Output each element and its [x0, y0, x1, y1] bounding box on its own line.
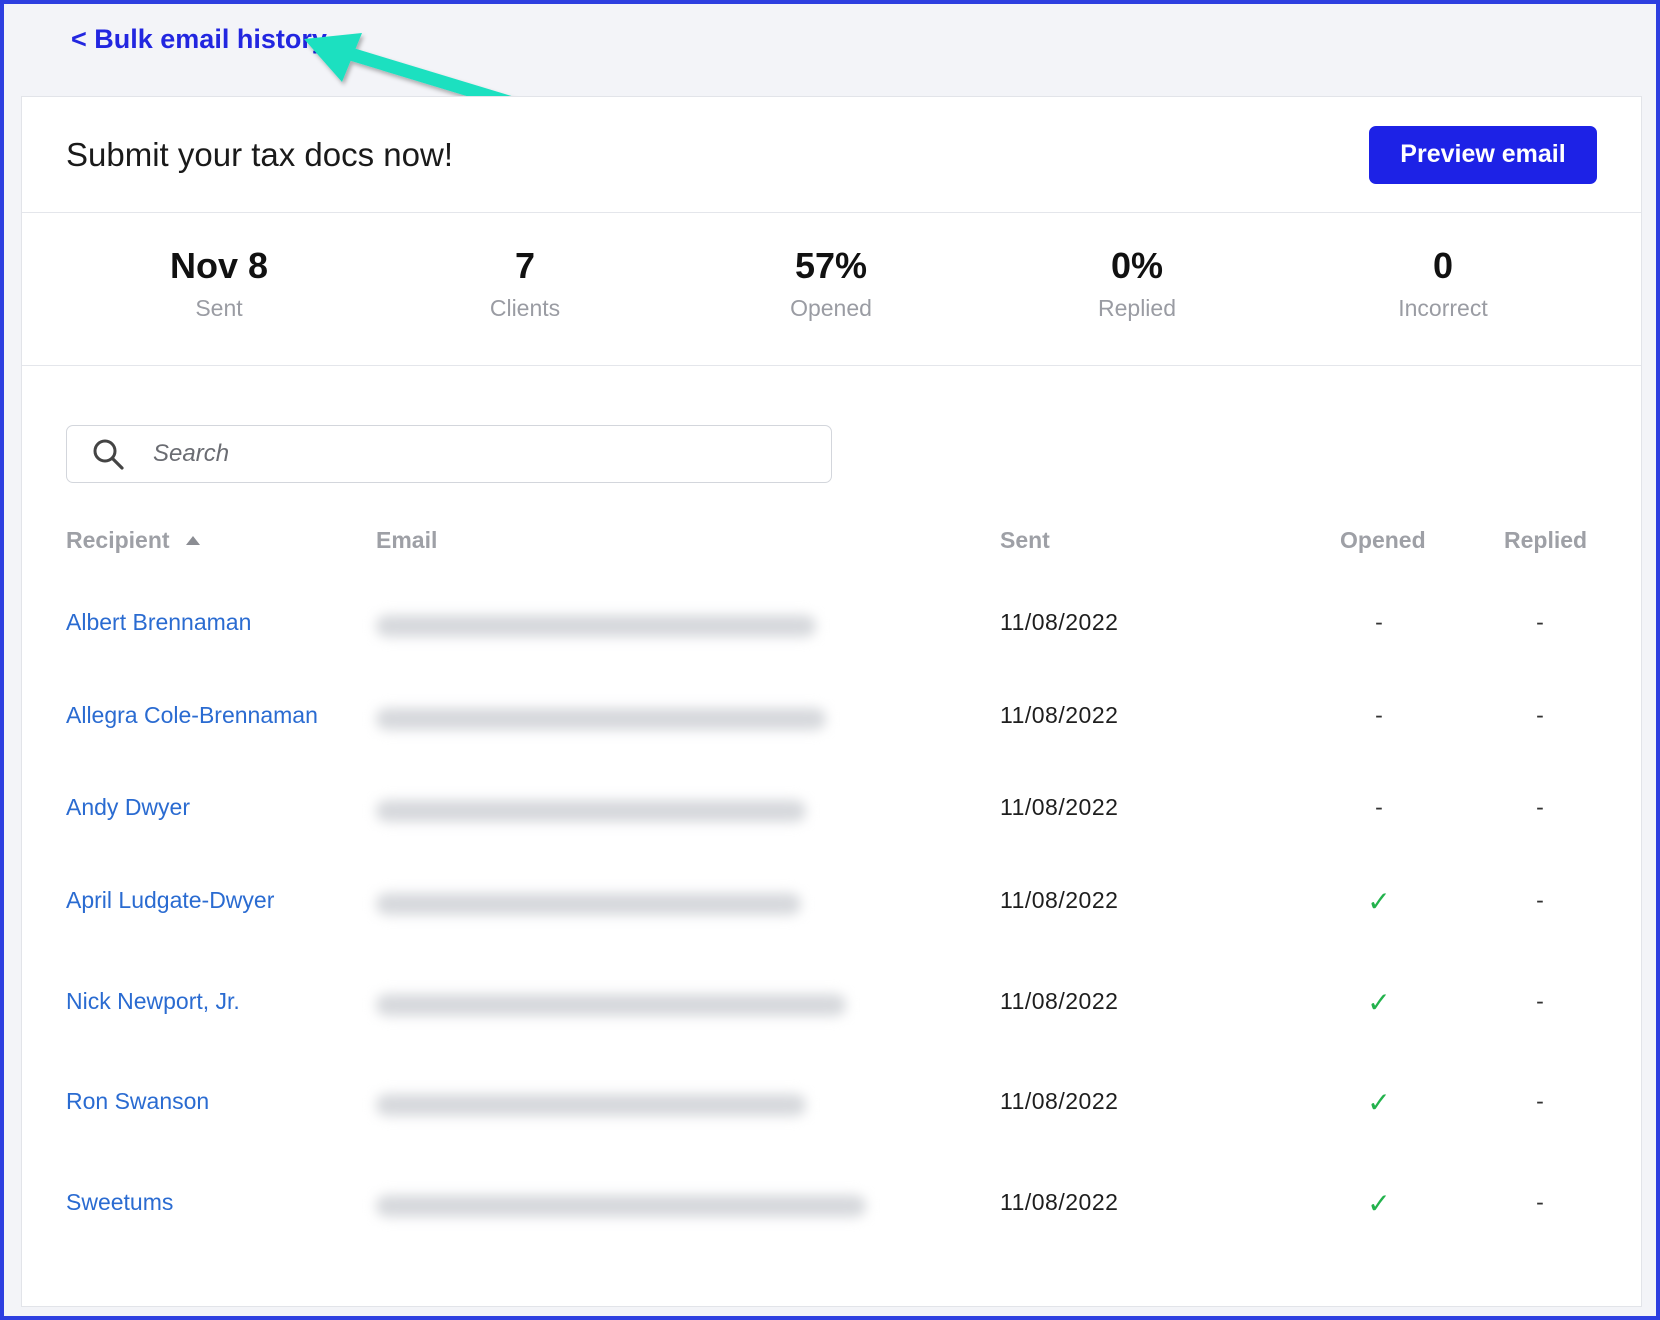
column-header-label: Recipient [66, 527, 170, 553]
recipient-name-link[interactable]: Albert Brennaman [66, 609, 251, 636]
sent-date: 11/08/2022 [1000, 887, 1119, 913]
stat-opened: 57% Opened [678, 213, 984, 365]
replied-status: - [1536, 794, 1544, 820]
sent-date: 11/08/2022 [1000, 609, 1119, 635]
stat-clients: 7 Clients [372, 213, 678, 365]
card-header: Submit your tax docs now! Preview email [22, 97, 1641, 213]
recipient-name-link[interactable]: Andy Dwyer [66, 794, 190, 821]
sent-date: 11/08/2022 [1000, 794, 1119, 820]
stat-replied: 0% Replied [984, 213, 1290, 365]
stat-value: 0% [1110, 245, 1164, 286]
table-row: Allegra Cole-Brennaman 11/08/2022 - - [66, 702, 1606, 742]
sent-date: 11/08/2022 [1000, 988, 1119, 1014]
recipient-name-link[interactable]: Allegra Cole-Brennaman [66, 702, 318, 729]
column-header-replied[interactable]: Replied [1504, 527, 1587, 554]
column-header-recipient[interactable]: Recipient [66, 527, 200, 554]
opened-check-icon: ✓ [1367, 1188, 1391, 1219]
stat-label: Replied [1098, 295, 1176, 321]
preview-email-button[interactable]: Preview email [1369, 125, 1597, 184]
column-header-email[interactable]: Email [376, 527, 437, 554]
stat-value: 0 [1432, 245, 1454, 286]
email-redacted [376, 708, 826, 730]
table-row: Albert Brennaman 11/08/2022 - - [66, 609, 1606, 649]
stat-label: Opened [790, 295, 872, 321]
stat-sent: Nov 8 Sent [66, 213, 372, 365]
replied-status: - [1536, 1189, 1544, 1215]
opened-check-icon: ✓ [1367, 886, 1391, 917]
sent-date: 11/08/2022 [1000, 1088, 1119, 1114]
sent-date: 11/08/2022 [1000, 702, 1119, 728]
recipient-name-link[interactable]: Ron Swanson [66, 1088, 209, 1115]
table-row: Nick Newport, Jr. 11/08/2022 ✓ - [66, 987, 1606, 1028]
opened-status: - [1375, 702, 1383, 728]
email-subject-title: Submit your tax docs now! [66, 135, 454, 173]
email-redacted [376, 994, 846, 1016]
search-box[interactable] [66, 425, 832, 483]
replied-status: - [1536, 1088, 1544, 1114]
column-header-sent[interactable]: Sent [1000, 527, 1050, 554]
recipient-name-link[interactable]: Sweetums [66, 1189, 173, 1216]
replied-status: - [1536, 988, 1544, 1014]
table-row: April Ludgate-Dwyer 11/08/2022 ✓ - [66, 886, 1606, 927]
stat-label: Clients [489, 295, 561, 321]
bulk-email-detail-card: Submit your tax docs now! Preview email … [21, 96, 1642, 1307]
stat-incorrect: 0 Incorrect [1290, 213, 1596, 365]
table-row: Andy Dwyer 11/08/2022 - - [66, 794, 1606, 834]
stat-value: 57% [794, 245, 868, 286]
opened-check-icon: ✓ [1367, 1087, 1391, 1118]
opened-check-icon: ✓ [1367, 987, 1391, 1018]
sort-ascending-icon[interactable] [185, 536, 200, 545]
replied-status: - [1536, 609, 1544, 635]
email-redacted [376, 800, 806, 822]
opened-status: - [1375, 609, 1383, 635]
back-to-bulk-email-history-link[interactable]: < Bulk email history [71, 24, 327, 55]
email-redacted [376, 1094, 806, 1116]
opened-status: - [1375, 794, 1383, 820]
sent-date: 11/08/2022 [1000, 1189, 1119, 1215]
stat-label: Incorrect [1398, 295, 1488, 321]
stat-value: Nov 8 [169, 245, 269, 286]
replied-status: - [1536, 887, 1544, 913]
stats-summary: Nov 8 Sent 7 Clients 57% Opened 0% Repli… [22, 213, 1641, 366]
replied-status: - [1536, 702, 1544, 728]
table-row: Sweetums 11/08/2022 ✓ - [66, 1188, 1606, 1229]
email-redacted [376, 893, 801, 915]
stat-label: Sent [195, 295, 243, 321]
email-redacted [376, 1195, 866, 1217]
search-icon [93, 439, 124, 470]
recipient-name-link[interactable]: Nick Newport, Jr. [66, 988, 240, 1015]
stat-value: 7 [514, 245, 536, 286]
search-input[interactable] [153, 440, 803, 468]
recipient-name-link[interactable]: April Ludgate-Dwyer [66, 887, 274, 914]
column-header-opened[interactable]: Opened [1340, 527, 1426, 554]
table-row: Ron Swanson 11/08/2022 ✓ - [66, 1087, 1606, 1128]
email-redacted [376, 615, 816, 637]
